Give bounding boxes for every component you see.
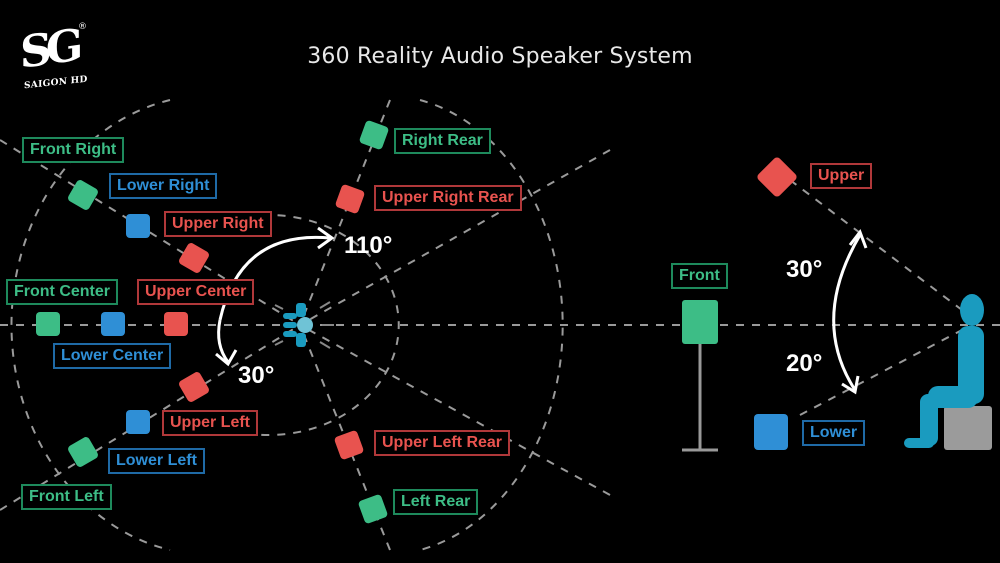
angle-110-label: 110° [344, 232, 393, 259]
label-front-center: Front Center [6, 279, 118, 305]
speaker-lower-right [126, 214, 150, 238]
label-front-right: Front Right [22, 137, 125, 163]
guide-upper-side [789, 179, 963, 311]
angle-upper-label: 30° [786, 256, 823, 283]
speaker-upper-right [179, 243, 209, 273]
label-side-front: Front [671, 263, 728, 289]
side-view-graphics [682, 157, 992, 452]
speaker-left-rear [358, 494, 388, 524]
speaker-upper-left-rear [334, 430, 364, 460]
angle-lower-label: 20° [786, 350, 823, 377]
label-side-upper: Upper [810, 163, 873, 189]
page-title: 360 Reality Audio Speaker System [307, 44, 693, 69]
guide-left-diag [299, 324, 611, 496]
label-left-rear: Left Rear [393, 489, 479, 515]
label-right-rear: Right Rear [394, 128, 491, 154]
label-lower-left: Lower Left [108, 448, 205, 474]
label-upper-left-rear: Upper Left Rear [374, 430, 511, 456]
speaker-right-rear [359, 120, 389, 150]
side-speaker-upper [757, 157, 797, 197]
arrow-side [832, 234, 862, 391]
speaker-upper-right-rear [335, 184, 365, 214]
listener-head-icon [274, 301, 334, 349]
label-upper-left: Upper Left [162, 410, 258, 436]
label-lower-center: Lower Center [53, 343, 172, 369]
side-speaker-front [682, 300, 718, 344]
logo-text: SAIGON HD [24, 74, 88, 92]
label-upper-center: Upper Center [137, 279, 255, 305]
outer-ring [419, 99, 564, 551]
speaker-diagram: SG ® SAIGON HD 360 Reality Audio Speaker… [0, 0, 1000, 563]
label-upper-right: Upper Right [164, 211, 272, 237]
registered-mark: ® [78, 22, 87, 32]
speaker-lower-left [126, 410, 150, 434]
seat [944, 406, 992, 450]
label-lower-right: Lower Right [109, 173, 218, 199]
side-speaker-lower [754, 414, 788, 450]
label-upper-right-rear: Upper Right Rear [374, 185, 522, 211]
speaker-lower-center [101, 312, 125, 336]
speaker-upper-center [164, 312, 188, 336]
speaker-front-left [68, 437, 98, 467]
speaker-front-center [36, 312, 60, 336]
label-side-lower: Lower [802, 420, 866, 446]
angle-30-label: 30° [238, 362, 275, 389]
label-front-left: Front Left [21, 484, 112, 510]
